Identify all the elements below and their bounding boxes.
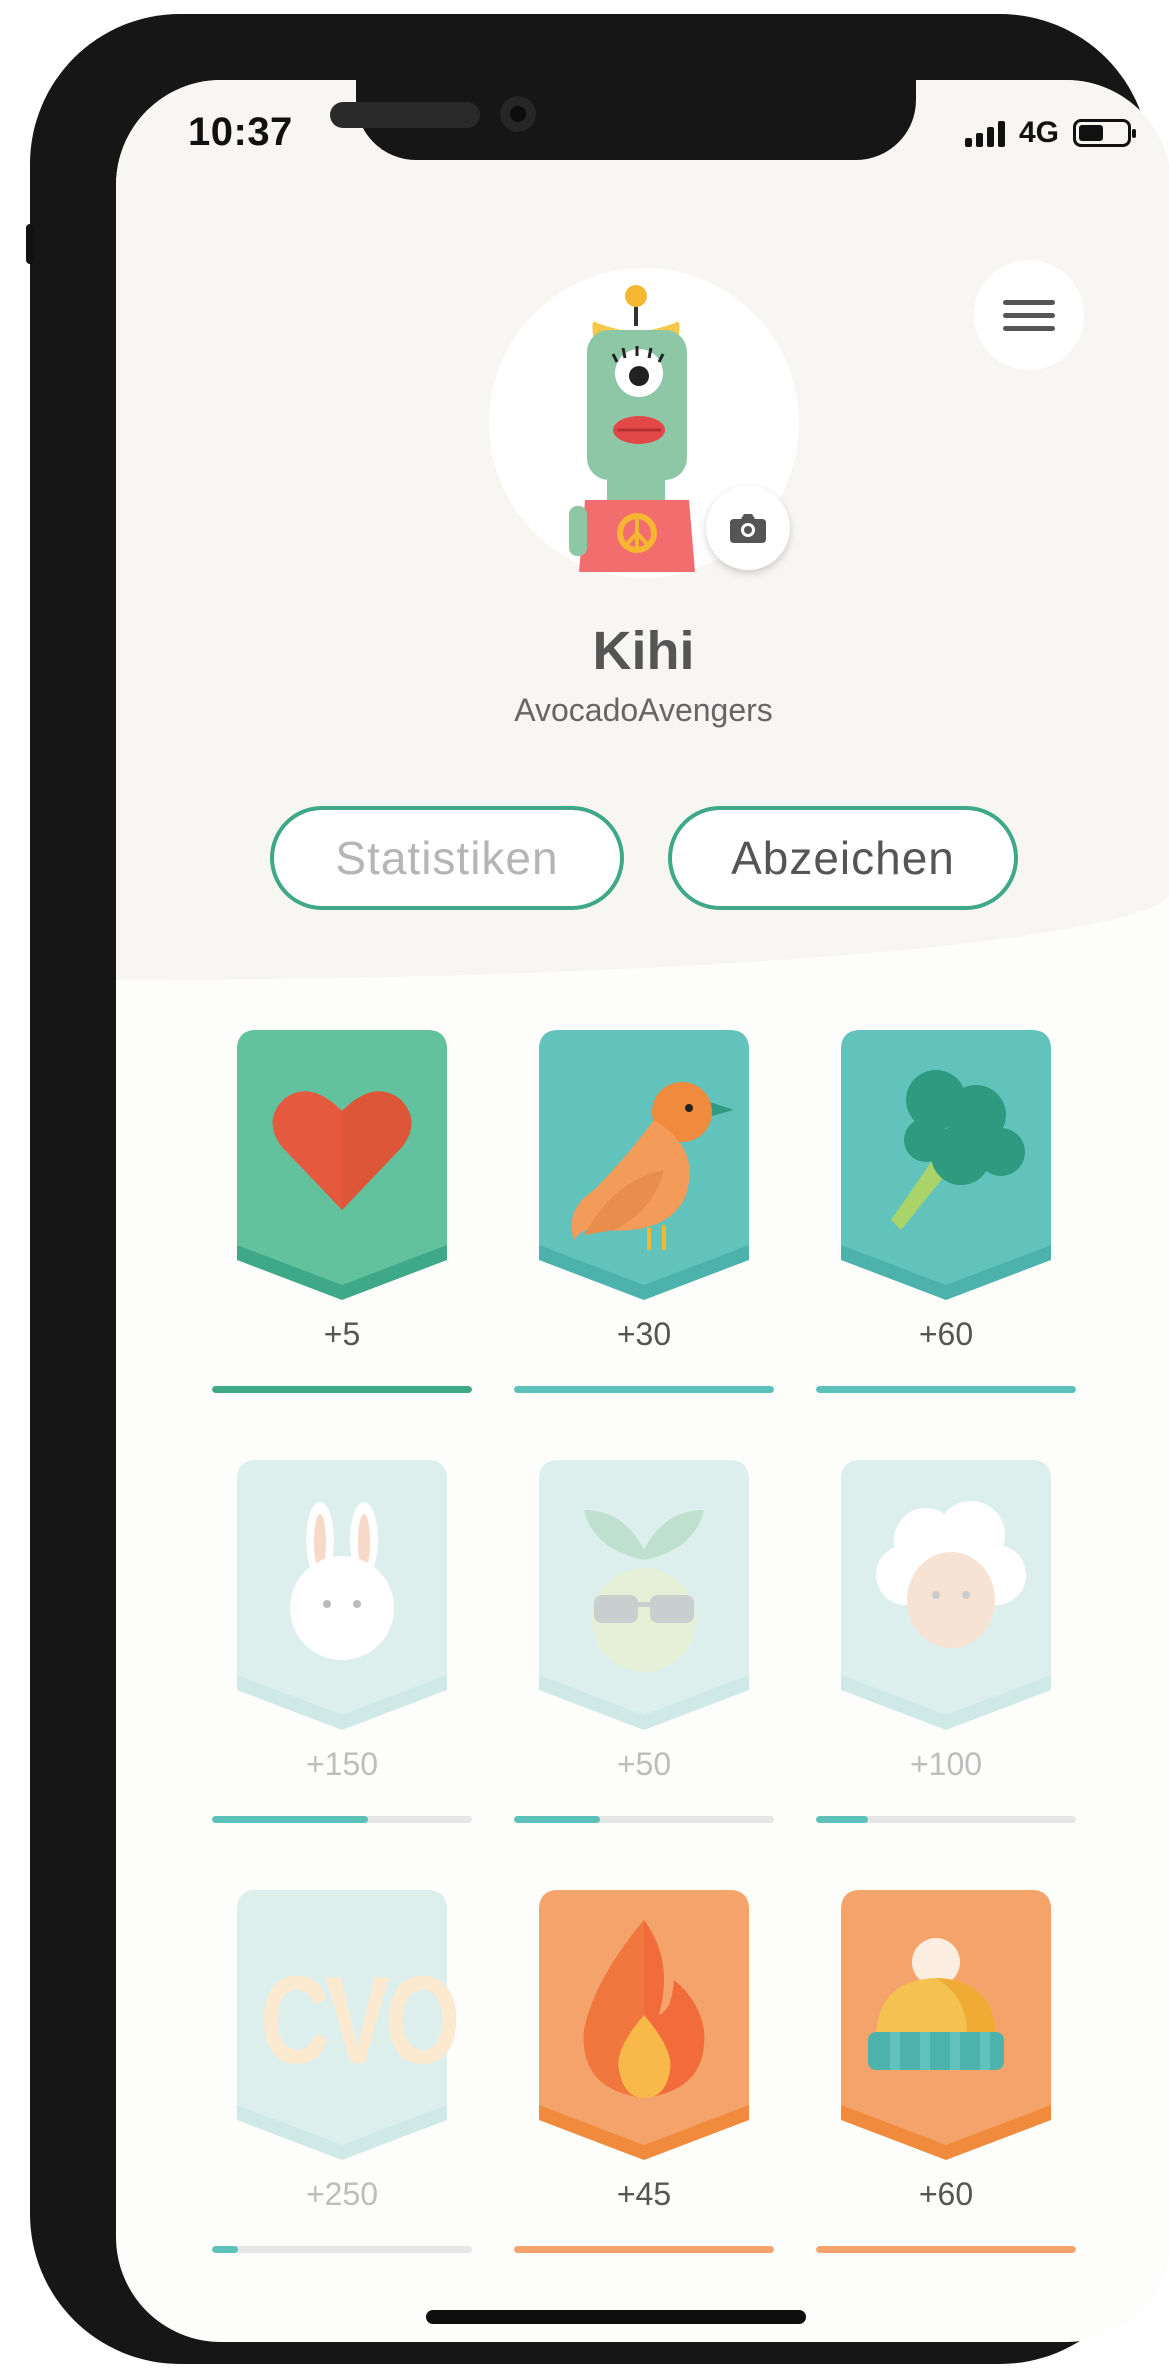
kohlrabi-sunglasses-icon — [584, 1510, 704, 1672]
menu-button[interactable] — [974, 260, 1084, 370]
cvo-text-icon: CVO — [260, 1952, 460, 2090]
battery-icon — [1073, 119, 1136, 147]
sheep-icon — [876, 1501, 1026, 1648]
badge-cvo[interactable]: CVO +250 — [212, 1890, 472, 2270]
change-photo-button[interactable] — [706, 486, 790, 570]
badge-value: +250 — [305, 2176, 379, 2212]
signal-icon — [964, 119, 1005, 147]
badge-broccoli[interactable]: +60 — [816, 1030, 1076, 1410]
badge-progress-bar — [816, 1386, 1076, 1393]
badge-rabbit[interactable]: +150 — [212, 1460, 472, 1840]
rabbit-icon — [290, 1502, 394, 1660]
badge-progress-bar — [816, 2246, 1076, 2253]
broccoli-icon — [891, 1070, 1025, 1230]
hamburger-icon-line — [1003, 312, 1055, 318]
front-camera — [500, 96, 536, 132]
badge-sheep[interactable]: +100 — [816, 1460, 1076, 1840]
status-indicators: 4G — [964, 116, 1136, 150]
home-indicator[interactable] — [426, 2310, 806, 2324]
badge-value: +100 — [909, 1746, 983, 1782]
network-type: 4G — [1018, 116, 1059, 149]
hamburger-icon-line — [1003, 299, 1055, 305]
badge-value: +5 — [323, 1316, 361, 1352]
status-time: 10:37 — [188, 110, 293, 154]
badge-progress-bar — [514, 1386, 774, 1393]
badge-bird[interactable]: +30 — [514, 1030, 774, 1410]
badge-fire[interactable]: +45 — [514, 1890, 774, 2270]
badge-value: +30 — [616, 1316, 672, 1352]
app-screen: 10:37 4G Kihi AvocadoAvengers Statistike… — [116, 80, 1169, 2342]
badge-progress-bar — [816, 1816, 1076, 1823]
badge-progress-bar — [212, 2246, 472, 2253]
badge-heart[interactable]: +5 — [212, 1030, 472, 1410]
tab-statistics[interactable]: Statistiken — [270, 806, 624, 910]
team-name: AvocadoAvengers — [514, 692, 773, 728]
camera-icon — [730, 514, 766, 543]
side-button — [26, 224, 34, 264]
badge-kohlrabi[interactable]: +50 — [514, 1460, 774, 1840]
badge-value: +150 — [305, 1746, 379, 1782]
profile-name: Kihi — [592, 621, 695, 681]
badge-value: +50 — [616, 1746, 672, 1782]
badge-value: +45 — [616, 2176, 672, 2212]
heart-icon — [272, 1091, 412, 1210]
badge-progress-bar — [212, 1386, 472, 1393]
fire-icon — [583, 1920, 705, 2098]
beanie-icon — [868, 1938, 1004, 2070]
badge-value: +60 — [918, 2176, 974, 2212]
tab-badges[interactable]: Abzeichen — [668, 806, 1018, 910]
badge-progress-bar — [514, 1816, 774, 1823]
phone-frame: 10:37 4G Kihi AvocadoAvengers Statistike… — [26, 14, 1169, 2364]
badge-beanie[interactable]: +60 — [816, 1890, 1076, 2270]
badge-progress-bar — [212, 1816, 472, 1823]
badge-progress-bar — [514, 2246, 774, 2253]
hamburger-icon-line — [1003, 325, 1055, 331]
phone-speaker — [330, 102, 480, 128]
bird-icon — [571, 1082, 734, 1250]
badge-value: +60 — [918, 1316, 974, 1352]
